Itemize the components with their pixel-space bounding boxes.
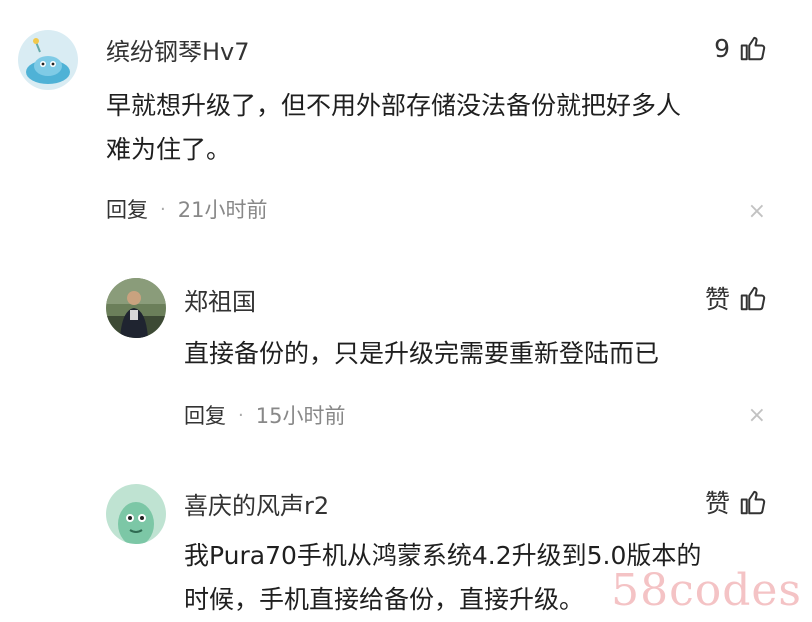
comment-text-line: 难为住了。 [106,135,232,164]
separator: · [238,404,244,426]
comment-text: 早就想升级了，但不用外部存储没法备份就把好多人 难为住了。 [106,84,681,172]
like-button[interactable]: 赞 [705,278,768,318]
like-label: 赞 [704,285,730,314]
username[interactable]: 喜庆的风声r2 [184,486,329,521]
reply-button[interactable]: 回复 [184,400,226,430]
comment-item: 缤纷钢琴Hv7 9 早就想升级了，但不用外部存储没法备份就把好多人 难为住了。 … [0,0,812,250]
comment-item: 郑祖国 赞 直接备份的，只是升级完需要重新登陆而已 回复 · 15小时前 × [0,250,812,460]
watermark: 58codes [611,565,802,616]
avatar[interactable] [106,278,166,338]
cartoon-bird-avatar-icon [18,30,78,90]
separator: · [160,198,166,220]
like-count: 9 [714,33,730,63]
cartoon-character-avatar-icon [106,484,166,544]
comment-text-line: 直接备份的，只是升级完需要重新登陆而已 [184,339,660,368]
thumbs-up-icon [740,36,766,61]
comment-meta: 回复 · 21小时前 [106,194,267,224]
like-button[interactable]: 赞 [705,482,768,522]
like-button[interactable]: 9 [714,28,768,68]
thumbs-up-icon [740,286,766,311]
username[interactable]: 郑祖国 [184,282,256,317]
person-photo-avatar-icon [106,278,166,338]
comment-meta: 回复 · 15小时前 [184,400,345,430]
timestamp: 21小时前 [177,198,268,222]
reply-button[interactable]: 回复 [106,194,148,224]
username[interactable]: 缤纷钢琴Hv7 [106,32,250,67]
avatar[interactable] [18,30,78,90]
thumbs-up-icon [740,490,766,515]
comment-text: 直接备份的，只是升级完需要重新登陆而已 [184,332,659,376]
comment-text-line: 早就想升级了，但不用外部存储没法备份就把好多人 [106,91,682,120]
close-icon[interactable]: × [748,405,766,427]
avatar[interactable] [106,484,166,544]
timestamp: 15小时前 [255,404,346,428]
like-label: 赞 [704,489,730,518]
close-icon[interactable]: × [748,201,766,223]
